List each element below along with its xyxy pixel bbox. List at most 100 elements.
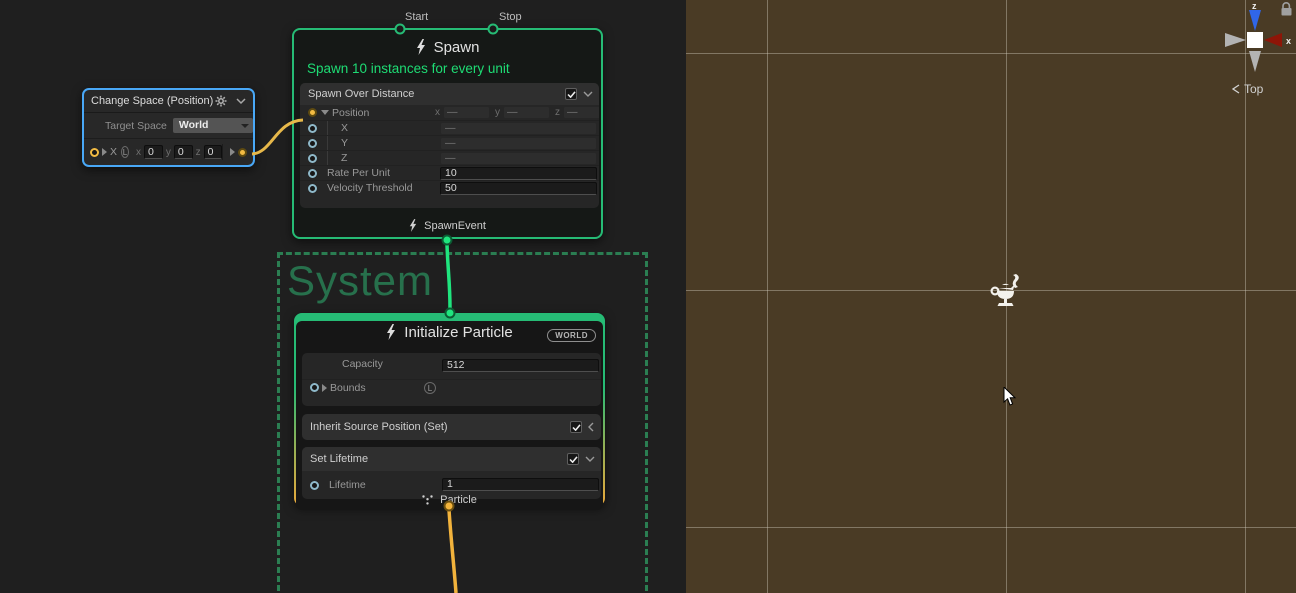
rate-label: Rate Per Unit (327, 167, 390, 179)
position-z-field[interactable]: — (563, 106, 599, 119)
view-mode-text: Top (1244, 82, 1263, 96)
spawn-event-footer: SpawnEvent (294, 219, 601, 232)
capacity-label: Capacity (342, 358, 383, 370)
rate-input-port[interactable] (308, 169, 317, 178)
z-input-port[interactable] (308, 154, 317, 163)
expand-caret-icon[interactable] (102, 148, 107, 156)
rate-per-unit-row: Rate Per Unit 10 (300, 165, 599, 180)
spawn-subtitle: Spawn 10 instances for every unit (294, 60, 601, 81)
x-field[interactable]: — (440, 122, 597, 135)
position-z-row: Z — (300, 150, 599, 165)
change-space-title-bar[interactable]: Change Space (Position) (84, 90, 253, 113)
z-value-field[interactable]: 0 (204, 145, 223, 159)
gizmo-z-axis-cone[interactable] (1249, 10, 1261, 31)
bounds-row: Bounds L (302, 379, 601, 395)
block-title: Spawn Over Distance (308, 88, 565, 100)
lifetime-field[interactable]: 1 (442, 478, 599, 491)
block-enabled-checkbox[interactable] (570, 421, 582, 433)
spawn-event-output-port[interactable] (442, 235, 453, 246)
initialize-settings-block: Capacity 512 Bounds L (302, 353, 601, 406)
capacity-field[interactable]: 512 (442, 359, 599, 372)
target-space-label: Target Space (105, 120, 167, 132)
position-x-field[interactable]: — (443, 106, 490, 119)
spawn-event-label: SpawnEvent (424, 220, 486, 232)
block-enabled-checkbox[interactable] (565, 88, 577, 100)
axis-x-label: x (435, 107, 440, 118)
gizmo-z-label: z (1252, 1, 1257, 11)
x-value-field[interactable]: 0 (144, 145, 163, 159)
particle-icon (422, 495, 433, 505)
visual-effect-gizmo-icon[interactable] (988, 272, 1025, 310)
grid-line (686, 527, 1296, 528)
stop-flow-port[interactable] (488, 24, 499, 35)
expand-caret-icon[interactable] (321, 110, 329, 115)
position-label: Position (332, 107, 369, 119)
spawn-over-distance-block[interactable]: Spawn Over Distance Position x — y — z — (300, 83, 599, 208)
inherit-source-position-block[interactable]: Inherit Source Position (Set) (302, 414, 601, 440)
lifetime-row: Lifetime 1 (302, 474, 601, 496)
target-space-dropdown[interactable]: World (173, 118, 253, 133)
initialize-output-port[interactable] (444, 501, 455, 512)
gizmo-left-cone[interactable] (1225, 33, 1246, 47)
grid-line (686, 53, 1296, 54)
space-local-toggle[interactable]: L (121, 146, 129, 158)
initialize-input-port[interactable] (445, 308, 456, 319)
z-field[interactable]: — (440, 152, 597, 165)
position-y-row: Y — (300, 135, 599, 150)
initialize-particle-node[interactable]: Initialize Particle WORLD Capacity 512 B… (294, 313, 605, 506)
rate-field[interactable]: 10 (440, 167, 597, 180)
collapse-chevron-icon[interactable] (236, 98, 246, 105)
capacity-row: Capacity 512 (302, 353, 601, 369)
velocity-input-port[interactable] (308, 184, 317, 193)
start-port-label: Start (405, 11, 428, 23)
gizmo-x-axis-cone[interactable] (1264, 33, 1282, 47)
expand-caret-icon[interactable] (322, 384, 327, 392)
set-lifetime-block[interactable]: Set Lifetime Lifetime 1 (302, 447, 601, 499)
block-header[interactable]: Set Lifetime (302, 447, 601, 471)
chevron-left-icon[interactable] (588, 422, 595, 432)
block-title: Set Lifetime (310, 453, 567, 465)
output-caret-icon (230, 148, 235, 156)
z-label: Z (341, 152, 347, 164)
spawn-title-bar[interactable]: Spawn (294, 34, 601, 60)
start-flow-port[interactable] (395, 24, 406, 35)
mouse-cursor (1003, 387, 1017, 407)
chevron-left-icon (1232, 84, 1241, 94)
grid-line (767, 0, 768, 593)
gizmo-down-cone[interactable] (1249, 51, 1261, 72)
target-space-row: Target Space World (84, 113, 253, 139)
scene-viewport[interactable]: z x Top (686, 0, 1296, 593)
spawn-context-node[interactable]: Spawn Spawn 10 instances for every unit … (292, 28, 603, 239)
indent-line (327, 136, 328, 150)
lightning-icon (416, 39, 426, 55)
position-output-port[interactable] (238, 148, 247, 157)
x-input-port[interactable] (308, 124, 317, 133)
velocity-field[interactable]: 50 (440, 182, 597, 195)
chevron-down-icon[interactable] (585, 456, 595, 463)
lifetime-input-port[interactable] (310, 481, 319, 490)
block-enabled-checkbox[interactable] (567, 453, 579, 465)
y-value-field[interactable]: 0 (174, 145, 193, 159)
graph-canvas[interactable]: System Change Space (Position) Target Sp… (0, 0, 686, 593)
bounds-space-toggle[interactable]: L (424, 382, 436, 394)
bounds-label: Bounds (330, 382, 366, 394)
indent-line (327, 151, 328, 165)
position-input-port[interactable] (90, 148, 99, 157)
chevron-down-icon[interactable] (583, 91, 593, 98)
y-input-port[interactable] (308, 139, 317, 148)
position-port-connected[interactable] (308, 108, 317, 117)
gizmo-center-cube[interactable] (1247, 32, 1263, 48)
block-header[interactable]: Inherit Source Position (Set) (302, 414, 601, 440)
y-field[interactable]: — (440, 137, 597, 150)
axis-x-label: x (136, 147, 141, 158)
position-y-field[interactable]: — (503, 106, 550, 119)
space-world-badge[interactable]: WORLD (547, 329, 596, 342)
block-header[interactable]: Spawn Over Distance (300, 83, 599, 105)
position-x-row: X — (300, 120, 599, 135)
gear-icon[interactable] (215, 95, 227, 107)
view-mode-label[interactable]: Top (1232, 82, 1263, 96)
lock-icon[interactable] (1282, 3, 1292, 16)
indent-line (327, 121, 328, 135)
change-space-node[interactable]: Change Space (Position) Target Space Wor… (82, 88, 255, 167)
bounds-input-port[interactable] (310, 383, 319, 392)
